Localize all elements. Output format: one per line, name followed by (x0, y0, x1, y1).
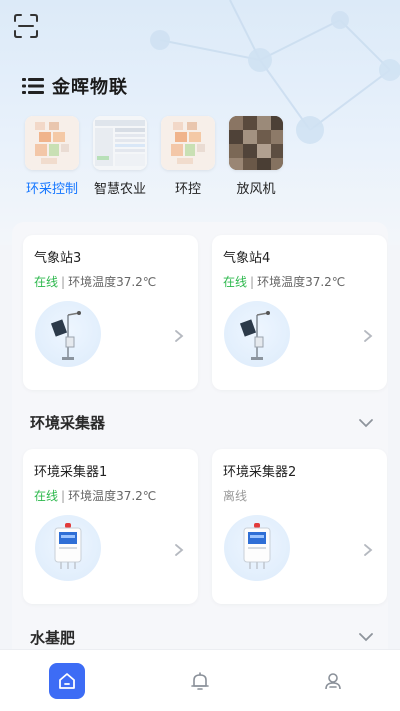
collector-device-image (224, 515, 290, 581)
status-offline: 离线 (223, 489, 248, 503)
app-label: 放风机 (236, 182, 276, 197)
app-thumbnail (25, 116, 79, 170)
device-card-collector-2[interactable]: 环境采集器2 离线 (212, 449, 387, 604)
app-thumbnail (161, 116, 215, 170)
chevron-down-icon[interactable] (358, 418, 374, 428)
device-name: 环境采集器1 (34, 465, 108, 480)
chevron-right-icon (364, 330, 373, 342)
app-item-env[interactable]: 环控 (154, 116, 222, 197)
app-title: 金晖物联 (52, 77, 128, 98)
menu-list-icon (22, 78, 44, 94)
status-online: 在线 (34, 275, 59, 289)
device-status: 在线 | 环境温度37.2℃ (223, 273, 345, 290)
chevron-right-icon (175, 330, 184, 342)
weather-station-image (35, 301, 101, 367)
status-separator: | (61, 489, 66, 503)
device-status: 在线 | 环境温度37.2℃ (34, 273, 156, 290)
device-status: 在线 | 环境温度37.2℃ (34, 487, 156, 504)
device-card-weather-4[interactable]: 气象站4 在线 | 环境温度37.2℃ (212, 235, 387, 390)
scan-icon (14, 14, 38, 38)
app-thumbnail (229, 116, 283, 170)
scan-button[interactable] (12, 12, 40, 40)
section-title-fertilizer: 水基肥 (30, 629, 76, 647)
app-item-env-control[interactable]: 环采控制 (18, 116, 86, 197)
tab-home[interactable] (37, 650, 97, 711)
status-online: 在线 (223, 275, 248, 289)
section-title-collectors: 环境采集器 (30, 414, 106, 432)
bell-icon (191, 671, 209, 690)
status-separator: | (250, 275, 255, 289)
bottom-tab-bar (0, 649, 400, 711)
temperature-value: 环境温度37.2℃ (68, 489, 157, 503)
home-icon (58, 672, 75, 689)
tab-notifications[interactable] (170, 650, 230, 711)
device-status: 离线 (223, 487, 247, 504)
user-icon (325, 672, 342, 689)
chevron-down-icon[interactable] (358, 632, 374, 642)
app-label: 智慧农业 (93, 182, 146, 197)
weather-station-image (224, 301, 290, 367)
temperature-value: 环境温度37.2℃ (257, 275, 346, 289)
app-title-row: 金晖物联 (22, 72, 128, 100)
chevron-right-icon (364, 544, 373, 556)
home-tab-highlight (48, 662, 85, 699)
device-name: 气象站3 (34, 251, 82, 266)
app-item-fan[interactable]: 放风机 (222, 116, 290, 197)
app-thumbnail (93, 116, 147, 170)
app-label: 环采控制 (25, 182, 78, 197)
device-card-collector-1[interactable]: 环境采集器1 在线 | 环境温度37.2℃ (23, 449, 198, 604)
chevron-right-icon (175, 544, 184, 556)
status-separator: | (61, 275, 66, 289)
device-name: 环境采集器2 (223, 465, 297, 480)
device-list: 气象站3 在线|环境温度37.2℃ 气象站4 在线|环境温度37.2℃ (12, 222, 388, 649)
temperature-value: 环境温度37.2℃ (68, 275, 157, 289)
collector-device-image (35, 515, 101, 581)
tab-profile[interactable] (303, 650, 363, 711)
status-online: 在线 (34, 489, 59, 503)
app-label: 环控 (174, 182, 201, 197)
app-item-smart-agri[interactable]: 智慧农业 (86, 116, 154, 197)
device-name: 气象站4 (223, 251, 271, 266)
app-shortcuts: 环采控制 智慧农业 环控 放风机 (18, 116, 290, 197)
device-card-weather-3[interactable]: 气象站3 在线 | 环境温度37.2℃ (23, 235, 198, 390)
